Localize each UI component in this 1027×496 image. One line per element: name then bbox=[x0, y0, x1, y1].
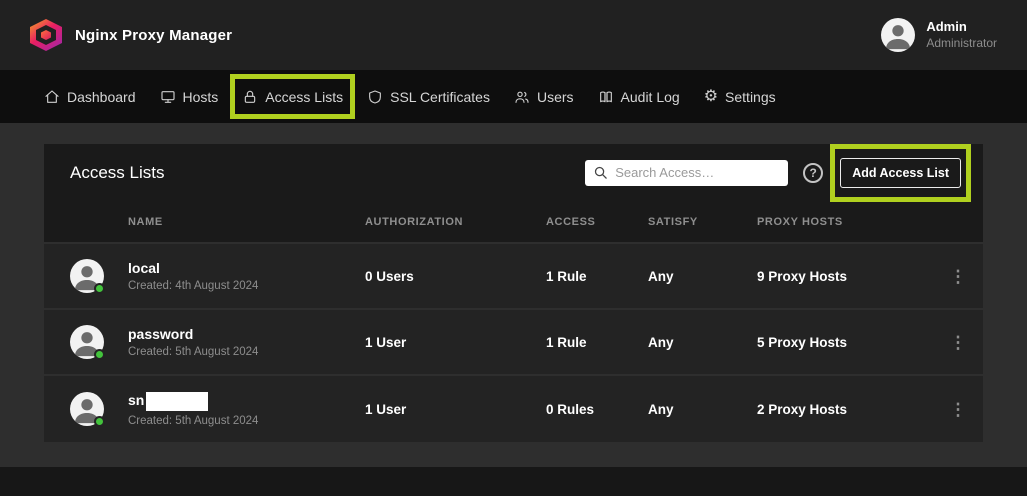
nav-item-ssl-certificates[interactable]: SSL Certificates bbox=[367, 89, 490, 105]
nav-label: Users bbox=[537, 89, 574, 105]
nav-label: Settings bbox=[725, 89, 776, 105]
row-menu-icon[interactable]: ⋮ bbox=[933, 401, 983, 418]
created-date: Created: 5th August 2024 bbox=[128, 415, 365, 427]
proxy-hosts-value: 2 Proxy Hosts bbox=[757, 402, 933, 417]
users-icon bbox=[514, 89, 530, 105]
column-header-name: NAME bbox=[128, 216, 365, 228]
nav-label: Dashboard bbox=[67, 89, 136, 105]
footer-strip bbox=[0, 467, 1027, 496]
user-menu[interactable]: Admin Administrator bbox=[881, 18, 997, 52]
satisfy-value: Any bbox=[648, 402, 757, 417]
avatar bbox=[70, 259, 104, 293]
main-nav: Dashboard Hosts Access Lists SSL Certifi… bbox=[0, 70, 1027, 123]
app-title: Nginx Proxy Manager bbox=[75, 27, 232, 44]
top-header: Nginx Proxy Manager Admin Administrator bbox=[0, 0, 1027, 70]
nav-item-users[interactable]: Users bbox=[514, 89, 574, 105]
table-row[interactable]: password Created: 5th August 2024 1 User… bbox=[44, 310, 983, 376]
table-header-row: NAME AUTHORIZATION ACCESS SATISFY PROXY … bbox=[44, 201, 983, 244]
avatar bbox=[70, 325, 104, 359]
nav-label: Hosts bbox=[183, 89, 219, 105]
proxy-hosts-value: 9 Proxy Hosts bbox=[757, 269, 933, 284]
access-list-name: local bbox=[128, 260, 365, 276]
nav-label: Audit Log bbox=[621, 89, 680, 105]
add-access-list-button[interactable]: Add Access List bbox=[840, 158, 961, 188]
column-header-authorization: AUTHORIZATION bbox=[365, 216, 546, 228]
status-dot bbox=[94, 416, 105, 427]
column-header-proxy-hosts: PROXY HOSTS bbox=[757, 216, 933, 228]
satisfy-value: Any bbox=[648, 269, 757, 284]
help-icon[interactable]: ? bbox=[803, 163, 823, 183]
status-dot bbox=[94, 349, 105, 360]
created-date: Created: 5th August 2024 bbox=[128, 346, 365, 358]
table-row[interactable]: local Created: 4th August 2024 0 Users 1… bbox=[44, 244, 983, 310]
user-avatar[interactable] bbox=[881, 18, 915, 52]
column-header-satisfy: SATISFY bbox=[648, 216, 757, 228]
table-row[interactable]: sn Created: 5th August 2024 1 User 0 Rul… bbox=[44, 376, 983, 442]
nav-item-settings[interactable]: ⚙ Settings bbox=[704, 89, 776, 105]
nav-item-dashboard[interactable]: Dashboard bbox=[44, 89, 136, 105]
access-list-name: sn bbox=[128, 392, 144, 408]
app-window: Nginx Proxy Manager Admin Administrator … bbox=[0, 0, 1027, 496]
home-icon bbox=[44, 89, 60, 105]
user-role: Administrator bbox=[926, 36, 997, 51]
row-menu-icon[interactable]: ⋮ bbox=[933, 334, 983, 351]
npm-logo-icon bbox=[30, 19, 62, 51]
authorization-value: 1 User bbox=[365, 402, 546, 417]
search-box bbox=[585, 160, 788, 186]
created-date: Created: 4th August 2024 bbox=[128, 280, 365, 292]
shield-icon bbox=[367, 89, 383, 105]
proxy-hosts-value: 5 Proxy Hosts bbox=[757, 335, 933, 350]
brand: Nginx Proxy Manager bbox=[30, 19, 232, 51]
user-name: Admin bbox=[926, 19, 997, 35]
monitor-icon bbox=[160, 89, 176, 105]
redaction-box bbox=[146, 392, 208, 411]
nav-label: Access Lists bbox=[265, 89, 343, 105]
lock-icon bbox=[242, 89, 258, 105]
access-list-name: password bbox=[128, 326, 365, 342]
authorization-value: 0 Users bbox=[365, 269, 546, 284]
gear-icon: ⚙ bbox=[704, 89, 718, 105]
avatar bbox=[70, 392, 104, 426]
nav-item-hosts[interactable]: Hosts bbox=[160, 89, 219, 105]
nav-item-audit-log[interactable]: Audit Log bbox=[598, 89, 680, 105]
book-icon bbox=[598, 89, 614, 105]
authorization-value: 1 User bbox=[365, 335, 546, 350]
search-input[interactable] bbox=[585, 160, 788, 186]
nav-item-access-lists[interactable]: Access Lists bbox=[242, 89, 343, 105]
search-icon bbox=[593, 165, 608, 180]
nav-label: SSL Certificates bbox=[390, 89, 490, 105]
satisfy-value: Any bbox=[648, 335, 757, 350]
status-dot bbox=[94, 283, 105, 294]
row-menu-icon[interactable]: ⋮ bbox=[933, 268, 983, 285]
access-value: 0 Rules bbox=[546, 402, 648, 417]
column-header-access: ACCESS bbox=[546, 216, 648, 228]
access-value: 1 Rule bbox=[546, 269, 648, 284]
page-title: Access Lists bbox=[70, 163, 585, 183]
access-value: 1 Rule bbox=[546, 335, 648, 350]
access-lists-panel: Access Lists ? Add Access List NAME AUTH… bbox=[44, 144, 983, 442]
